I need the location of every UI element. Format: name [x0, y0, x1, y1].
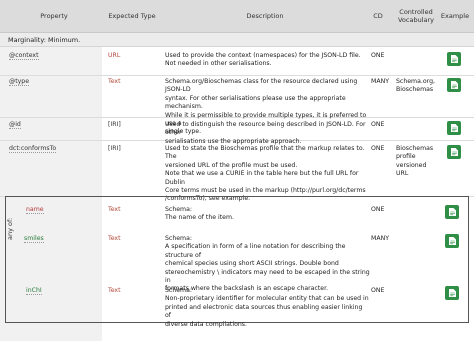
property-id[interactable]: @id [9, 121, 21, 129]
desc-line: Used to provide the context (namespaces)… [165, 52, 361, 59]
table-row: dct:conformsTo [9, 145, 57, 153]
cd-conformsto: ONE [371, 145, 385, 152]
description-context: Used to provide the context (namespaces)… [165, 52, 365, 69]
header-description: Description [246, 12, 284, 20]
desc-line: Used to state the Bioschemas profile tha… [165, 145, 365, 161]
desc-title: Schema: [165, 206, 192, 213]
section-title: Marginality: Minimum. [8, 36, 81, 44]
example-button-id[interactable] [447, 121, 461, 135]
desc-line: Non-proprietary identifier for molecular… [165, 295, 369, 303]
cd-context: ONE [371, 52, 385, 59]
desc-line: stereochemistry \ indicators may need to… [165, 268, 370, 285]
desc-title: Schema: [165, 287, 192, 294]
type-iri: [IRI] [108, 121, 121, 128]
property-conformsto[interactable]: dct:conformsTo [9, 145, 57, 153]
cd-id: ONE [371, 121, 385, 128]
cd-smiles: MANY [371, 235, 389, 242]
desc-line: versioned URL of the profile must be use… [165, 161, 298, 169]
desc-line: chemical species using short ASCII strin… [165, 260, 339, 268]
table-row: @type [9, 78, 30, 86]
file-icon [448, 208, 456, 216]
type-iri: [IRI] [108, 145, 121, 152]
example-button-name[interactable] [445, 205, 459, 219]
vocab-line: Bioschemas [396, 86, 434, 94]
properties-table: Property Expected Type Description CD Co… [0, 0, 474, 341]
cd-type: MANY [371, 78, 389, 85]
desc-line: A specification in form of a line notati… [165, 243, 346, 259]
description-id: Used to distinguish the resource being d… [165, 121, 370, 146]
vocab-line: URL [396, 170, 409, 178]
desc-line: printed and electronic data sources thus… [165, 303, 363, 320]
marginality-section: Marginality: Minimum. [0, 33, 474, 47]
desc-line: Not needed in other serialisations. [165, 60, 272, 68]
cd-inchi: ONE [371, 287, 385, 294]
description-name: Schema: The name of the item. [165, 206, 370, 223]
type-text[interactable]: Text [108, 235, 121, 243]
vocab-line: Bioschemas [396, 145, 434, 152]
description-inchi: Schema: Non-proprietary identifier for m… [165, 287, 370, 329]
header-controlled-vocabulary: Controlled Vocabulary [394, 0, 438, 32]
vocab-type: Schema.org, Bioschemas [396, 78, 435, 95]
table-row: smiles [24, 235, 44, 243]
file-icon [450, 55, 458, 63]
type-text[interactable]: Text [108, 206, 121, 214]
file-icon [450, 124, 458, 132]
header-cd: CD [373, 12, 383, 20]
example-button-type[interactable] [447, 78, 461, 92]
example-button-inchi[interactable] [445, 286, 459, 300]
property-type[interactable]: @type [9, 78, 30, 86]
desc-title: Schema: [165, 235, 192, 242]
description-smiles: Schema: A specification in form of a lin… [165, 235, 375, 294]
any-of-label: any of: [6, 217, 14, 240]
cd-name: ONE [371, 206, 385, 213]
file-icon [448, 289, 456, 297]
row-divider [0, 75, 474, 76]
desc-line: Used to distinguish the resource being d… [165, 121, 366, 137]
vocab-conformsto: Bioschemas profile versioned URL [396, 145, 433, 179]
example-button-conformsto[interactable] [447, 145, 461, 159]
file-icon [450, 148, 458, 156]
type-url[interactable]: URL [108, 52, 120, 60]
header-vocab-line-2: Vocabulary [397, 16, 435, 24]
table-row: name [26, 206, 44, 214]
desc-line: Schema.org/Bioschemas class for the reso… [165, 78, 358, 94]
property-smiles[interactable]: smiles [24, 235, 44, 243]
property-name[interactable]: name [26, 206, 44, 214]
desc-line: The name of the item. [165, 214, 234, 222]
file-icon [450, 81, 458, 89]
header-property: Property [40, 12, 68, 20]
type-text[interactable]: Text [108, 287, 121, 295]
desc-line: Core terms must be used in the markup (h… [165, 187, 366, 195]
property-inchi[interactable]: inChI [26, 287, 42, 295]
header-vocab-line-1: Controlled [399, 8, 433, 16]
desc-line: Note that we use a CURIE in the table he… [165, 170, 359, 186]
vocab-line: Schema.org, [396, 78, 435, 85]
table-row: @id [9, 121, 21, 129]
table-row: inChI [26, 287, 42, 295]
table-row: @context [9, 52, 39, 60]
example-button-context[interactable] [447, 52, 461, 66]
vocab-line: profile [396, 153, 416, 161]
header-expected-type: Expected Type [108, 12, 156, 20]
file-icon [448, 237, 456, 245]
property-context[interactable]: @context [9, 52, 39, 60]
desc-line: diverse data compilations. [165, 320, 247, 328]
table-header: Property Expected Type Description CD Co… [0, 0, 474, 33]
example-button-smiles[interactable] [445, 234, 459, 248]
desc-line: syntax. For other serialisations please … [165, 94, 346, 111]
header-example: Example [440, 12, 470, 20]
vocab-line: versioned [396, 161, 427, 169]
type-text[interactable]: Text [108, 78, 121, 86]
